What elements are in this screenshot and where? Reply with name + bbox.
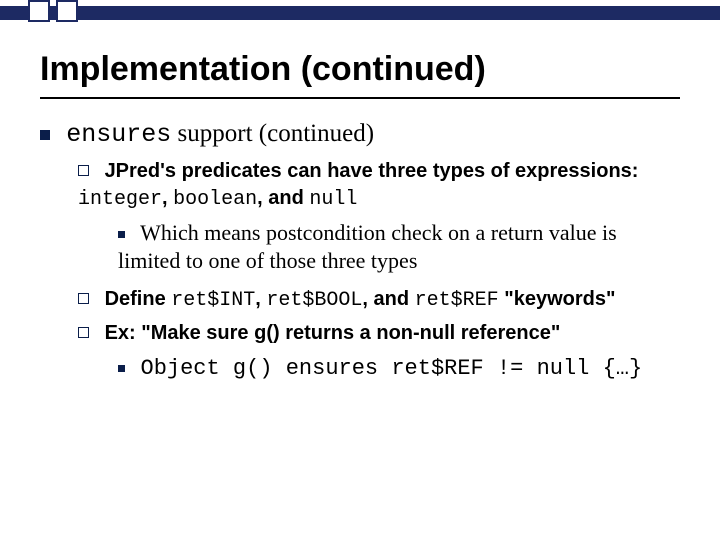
- text: "keywords": [499, 288, 616, 310]
- text: , and: [257, 187, 309, 209]
- bullet-level3: Object g() ensures ret$REF != null {…}: [118, 353, 680, 384]
- text: ,: [255, 288, 266, 310]
- decorative-boxes: [28, 0, 84, 22]
- code-text: ret$INT: [171, 289, 255, 312]
- code-text: ret$BOOL: [266, 289, 362, 312]
- bullet-level2: Ex: "Make sure g() returns a non-null re…: [78, 320, 680, 347]
- text: Ex: "Make sure g() returns a non-null re…: [105, 322, 561, 344]
- code-text: Object g() ensures ret$REF != null {…}: [141, 356, 643, 381]
- slide-top-stripe: [0, 0, 720, 28]
- bullet-level2: Define ret$INT, ret$BOOL, and ret$REF "k…: [78, 286, 680, 314]
- code-text: null: [309, 188, 357, 211]
- text: Which means postcondition check on a ret…: [118, 220, 617, 274]
- text: support (continued): [171, 120, 374, 147]
- text: Define: [105, 288, 172, 310]
- code-text: boolean: [173, 188, 257, 211]
- bullet-level2: JPred's predicates can have three types …: [78, 158, 680, 213]
- bullet-level1: ensures support (continued): [40, 117, 680, 152]
- decorative-stripe: [0, 6, 720, 20]
- code-text: ret$REF: [415, 289, 499, 312]
- decorative-box: [28, 0, 50, 22]
- text: JPred's predicates can have three types …: [105, 160, 639, 182]
- bullet-level3: Which means postcondition check on a ret…: [118, 219, 680, 276]
- decorative-box: [56, 0, 78, 22]
- text: , and: [362, 288, 414, 310]
- title-underline: [40, 97, 680, 99]
- slide-body: Implementation (continued) ensures suppo…: [0, 28, 720, 384]
- text: ,: [162, 187, 173, 209]
- code-text: ensures: [66, 120, 171, 149]
- slide-title: Implementation (continued): [40, 50, 680, 89]
- code-text: integer: [78, 188, 162, 211]
